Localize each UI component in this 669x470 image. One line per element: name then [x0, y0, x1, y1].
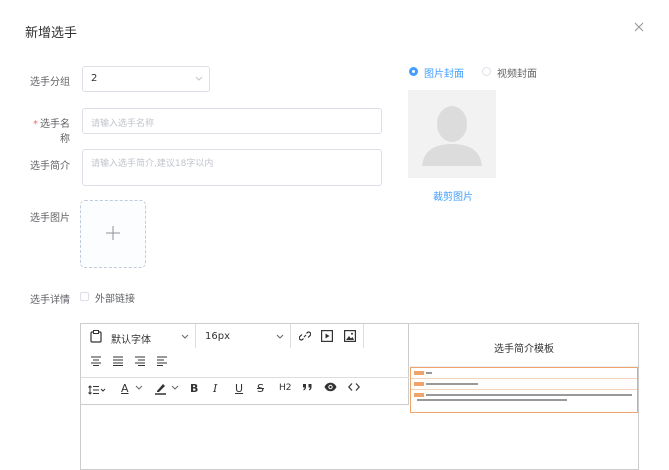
line-height-icon[interactable]	[88, 385, 106, 395]
template-preview[interactable]	[410, 367, 638, 413]
bold-icon[interactable]: B	[190, 382, 198, 395]
required-mark: *	[33, 119, 38, 130]
avatar-placeholder-icon	[422, 106, 482, 166]
chevron-down-icon	[181, 334, 189, 339]
chevron-down-icon	[195, 76, 203, 82]
external-link-label[interactable]: 外部链接	[95, 290, 135, 305]
image-label: 选手图片	[30, 213, 70, 224]
rich-text-editor: 默认字体 16px A B I U S H2 选手简介模板	[80, 323, 639, 470]
code-view-icon[interactable]	[348, 382, 360, 392]
editor-toolbar: 默认字体 16px A B I U S H2	[81, 324, 409, 404]
strikethrough-icon[interactable]: S	[257, 382, 264, 395]
detail-label: 选手详情	[30, 295, 70, 306]
dialog-title: 新增选手	[25, 26, 78, 41]
name-input[interactable]: 请输入选手名称	[82, 108, 382, 134]
heading2-icon[interactable]: H2	[279, 383, 292, 393]
group-label: 选手分组	[30, 77, 70, 88]
chevron-down-icon	[135, 385, 143, 390]
plus-icon	[105, 225, 121, 241]
justify-icon[interactable]	[156, 356, 168, 366]
italic-icon[interactable]: I	[213, 382, 217, 395]
video-cover-label[interactable]: 视频封面	[497, 65, 537, 80]
font-color-icon[interactable]: A	[121, 382, 129, 395]
font-size-select[interactable]: 16px	[205, 331, 230, 342]
name-label: * 选手名称	[33, 119, 70, 145]
image-upload[interactable]	[80, 200, 146, 268]
image-icon[interactable]	[344, 330, 356, 342]
video-cover-radio[interactable]	[482, 67, 491, 76]
quote-icon[interactable]	[302, 382, 313, 392]
close-icon[interactable]	[632, 20, 646, 34]
underline-icon[interactable]: U	[235, 382, 243, 395]
chevron-down-icon	[276, 334, 284, 339]
name-input-placeholder: 请输入选手名称	[91, 119, 155, 129]
image-cover-radio[interactable]	[409, 67, 418, 76]
intro-label: 选手简介	[30, 161, 70, 172]
align-center-icon[interactable]	[112, 356, 124, 366]
group-select[interactable]: 2	[82, 66, 210, 92]
preview-eye-icon[interactable]	[324, 382, 337, 392]
external-link-checkbox[interactable]	[80, 292, 89, 301]
link-icon[interactable]	[299, 330, 311, 342]
video-icon[interactable]	[321, 330, 333, 342]
chevron-down-icon	[171, 385, 179, 390]
template-panel-title: 选手简介模板	[494, 344, 554, 355]
align-right-icon[interactable]	[134, 356, 146, 366]
intro-textarea-placeholder: 请输入选手简介,建议18字以内	[91, 159, 214, 169]
align-left-icon[interactable]	[90, 356, 102, 366]
image-cover-label[interactable]: 图片封面	[424, 65, 464, 80]
crop-image-link[interactable]: 裁剪图片	[433, 188, 473, 203]
group-select-value: 2	[91, 73, 98, 84]
paste-icon[interactable]	[90, 330, 102, 343]
highlight-color-icon[interactable]	[154, 382, 167, 395]
intro-textarea[interactable]: 请输入选手简介,建议18字以内	[82, 149, 382, 186]
font-family-select[interactable]: 默认字体	[111, 331, 151, 346]
cover-preview	[408, 90, 496, 178]
